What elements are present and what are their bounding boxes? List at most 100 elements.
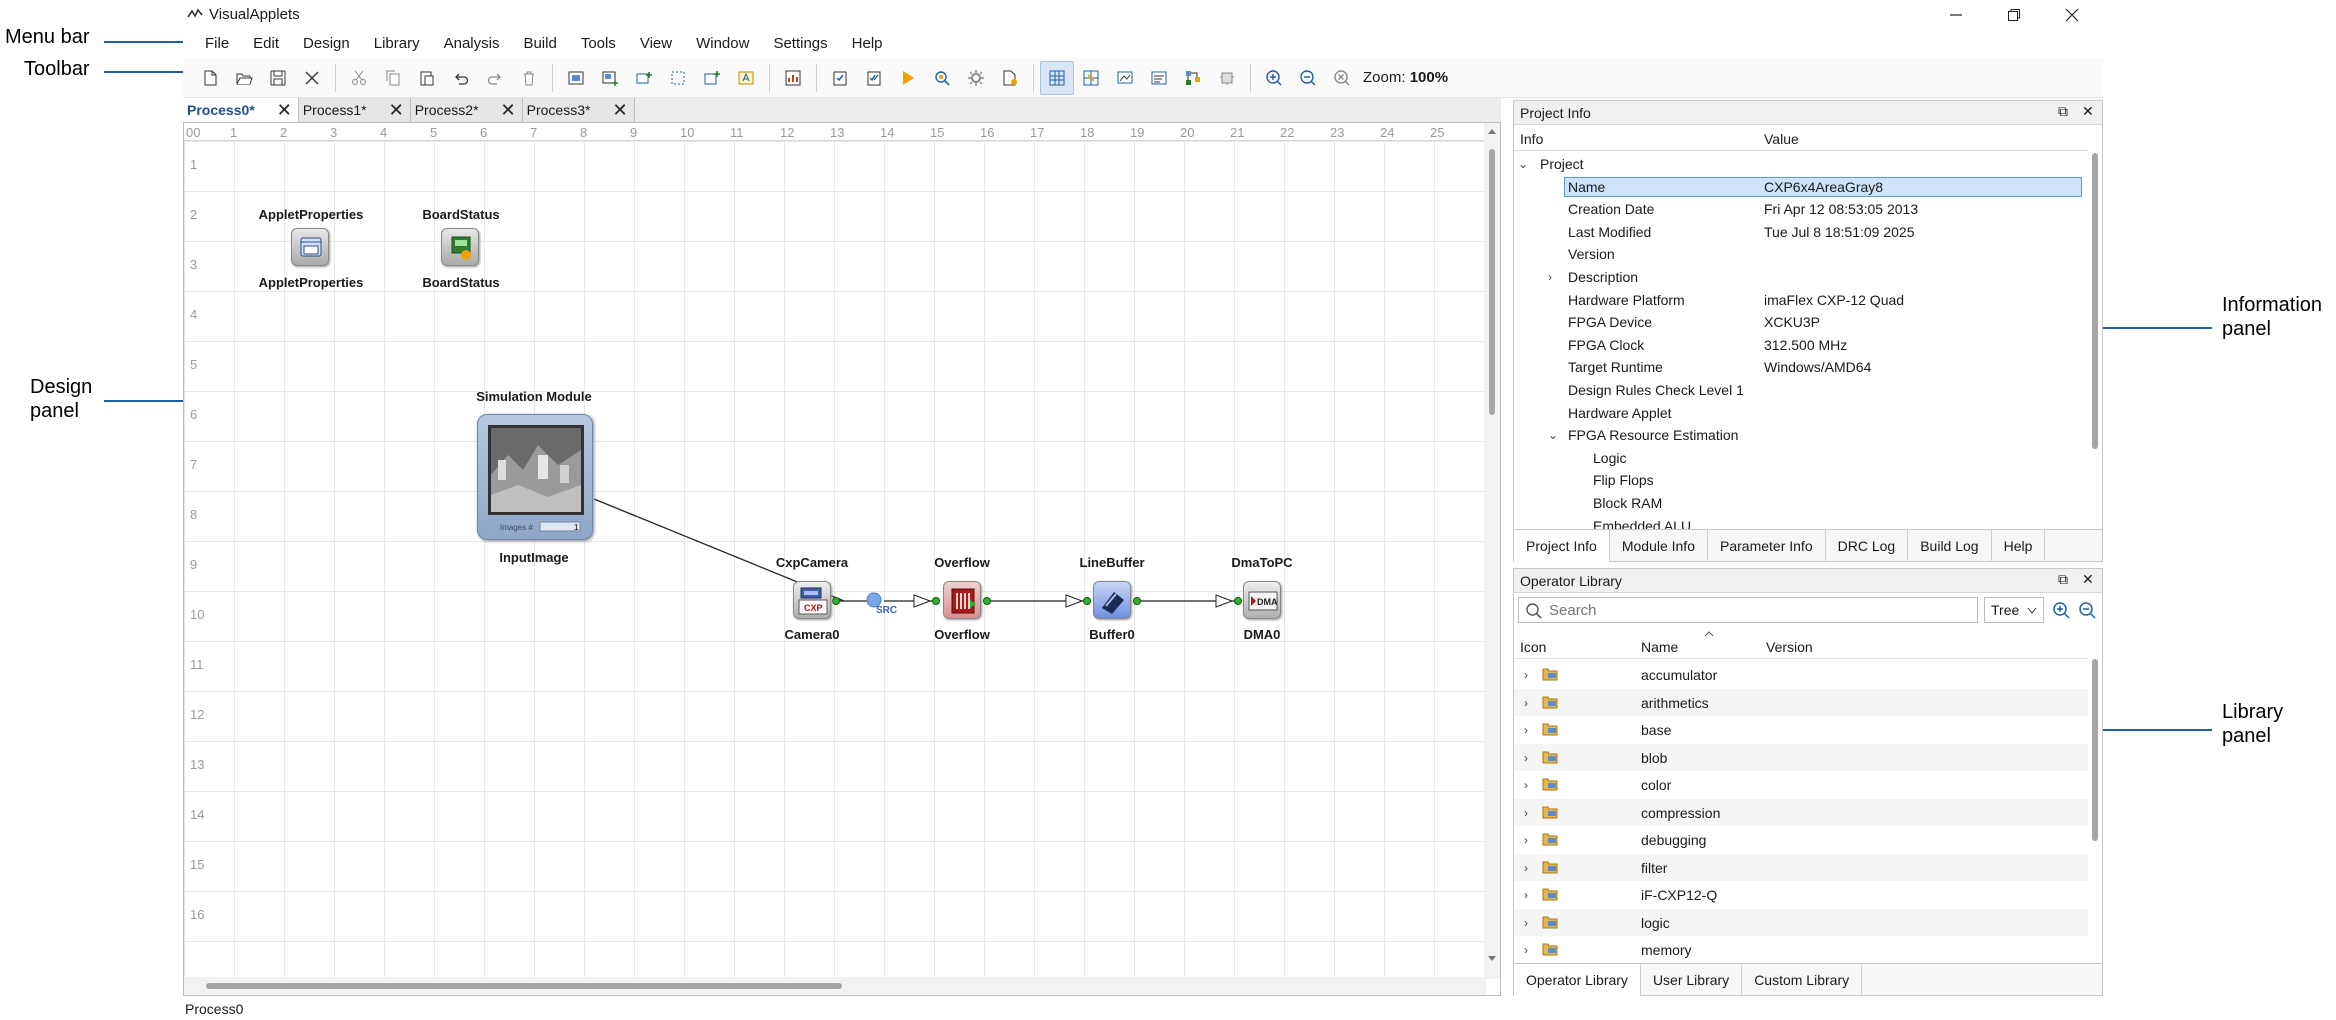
tab-process0[interactable]: Process0* ✕ — [183, 98, 299, 122]
restore-button[interactable] — [1985, 0, 2043, 30]
info-row[interactable]: Target Runtime Windows/AMD64 — [1514, 356, 2088, 379]
tab-custom-library[interactable]: Custom Library — [1742, 964, 1863, 996]
chevron-right-icon[interactable]: › — [1524, 778, 1528, 792]
info-row[interactable]: ⌄ Project — [1514, 153, 2088, 176]
info-row[interactable]: Last Modified Tue Jul 8 18:51:09 2025 — [1514, 221, 2088, 244]
info-row[interactable]: Hardware Platform imaFlex CXP-12 Quad — [1514, 289, 2088, 312]
scroll-up-icon[interactable] — [1487, 127, 1497, 135]
tab-process3[interactable]: Process3* ✕ — [522, 98, 635, 122]
close-tab-icon[interactable]: ✕ — [389, 98, 404, 122]
library-search-input[interactable]: Search — [1518, 597, 1978, 623]
port-overflow-out[interactable] — [983, 597, 991, 605]
tab-parameter-info[interactable]: Parameter Info — [1708, 530, 1826, 562]
library-zoom-out-icon[interactable] — [2078, 601, 2098, 621]
info-row[interactable]: FPGA Device XCKU3P — [1514, 311, 2088, 334]
chevron-right-icon[interactable]: › — [1524, 833, 1528, 847]
paste-button[interactable] — [410, 61, 444, 95]
menu-edit[interactable]: Edit — [241, 30, 291, 57]
library-view-select[interactable]: Tree — [1984, 597, 2044, 623]
new-file-button[interactable] — [193, 61, 227, 95]
library-zoom-in-icon[interactable] — [2052, 601, 2072, 621]
tab-process1[interactable]: Process1* ✕ — [298, 98, 411, 122]
tab-module-info[interactable]: Module Info — [1610, 530, 1708, 562]
chevron-right-icon[interactable]: › — [1524, 916, 1528, 930]
show-hierarchy-button[interactable] — [1176, 61, 1210, 95]
port-buffer-in[interactable] — [1083, 597, 1091, 605]
open-file-button[interactable] — [227, 61, 261, 95]
chevron-right-icon[interactable]: › — [1524, 861, 1528, 875]
tab-help[interactable]: Help — [1992, 530, 2046, 562]
tab-process2[interactable]: Process2* ✕ — [410, 98, 523, 122]
library-item-debugging[interactable]: › debugging — [1514, 826, 2088, 854]
tab-operator-library[interactable]: Operator Library — [1514, 964, 1641, 996]
port-buffer-out[interactable] — [1133, 597, 1141, 605]
info-row[interactable]: › Description — [1514, 266, 2088, 289]
build-applet-button[interactable] — [993, 61, 1027, 95]
overflow-operator[interactable] — [943, 581, 981, 619]
port-overflow-in[interactable] — [932, 597, 940, 605]
chevron-right-icon[interactable]: › — [1524, 751, 1528, 765]
add-module-button[interactable] — [593, 61, 627, 95]
info-row[interactable]: Logic — [1514, 447, 2088, 470]
float-panel-icon[interactable]: ⧉ — [2058, 103, 2068, 120]
menu-build[interactable]: Build — [511, 30, 568, 57]
add-hierarchical-box-button[interactable] — [559, 61, 593, 95]
info-row[interactable]: FPGA Clock 312.500 MHz — [1514, 334, 2088, 357]
close-window-button[interactable] — [2043, 0, 2101, 30]
library-item-if-cxp12-q[interactable]: › iF-CXP12-Q — [1514, 881, 2088, 909]
info-row[interactable]: Flip Flops — [1514, 469, 2088, 492]
design-vertical-scroll-thumb[interactable] — [1489, 149, 1495, 415]
library-item-arithmetics[interactable]: › arithmetics — [1514, 688, 2088, 716]
info-row[interactable]: Design Rules Check Level 1 — [1514, 379, 2088, 402]
chevron-down-icon[interactable]: ⌄ — [1548, 428, 1558, 442]
column-icon[interactable]: Icon — [1520, 639, 1546, 655]
tab-user-library[interactable]: User Library — [1641, 964, 1743, 996]
library-item-filter[interactable]: › filter — [1514, 853, 2088, 881]
info-row[interactable]: Hardware Applet — [1514, 402, 2088, 425]
info-row[interactable]: ⌄ FPGA Resource Estimation — [1514, 424, 2088, 447]
library-item-blob[interactable]: › blob — [1514, 743, 2088, 771]
menu-design[interactable]: Design — [291, 30, 362, 57]
menu-file[interactable]: File — [193, 30, 241, 57]
menu-analysis[interactable]: Analysis — [432, 30, 512, 57]
library-scroll-thumb[interactable] — [2092, 659, 2098, 841]
tab-project-info[interactable]: Project Info — [1514, 530, 1610, 562]
column-version[interactable]: Version — [1766, 639, 1813, 655]
chevron-right-icon[interactable]: › — [1524, 888, 1528, 902]
show-links-button[interactable] — [1108, 61, 1142, 95]
drc2-check-button[interactable] — [857, 61, 891, 95]
scroll-down-icon[interactable] — [1487, 955, 1497, 963]
delete-button[interactable] — [512, 61, 546, 95]
toggle-grid-button[interactable] — [1040, 60, 1074, 95]
undo-button[interactable] — [444, 61, 478, 95]
copy-button[interactable] — [376, 61, 410, 95]
info-row[interactable]: Name CXP6x4AreaGray8 — [1514, 176, 2088, 199]
drc-check-button[interactable] — [823, 61, 857, 95]
info-row[interactable]: Block RAM — [1514, 492, 2088, 515]
close-panel-icon[interactable]: ✕ — [2082, 103, 2094, 120]
add-text-button[interactable] — [729, 61, 763, 95]
info-row[interactable]: Version — [1514, 243, 2088, 266]
line-buffer-operator[interactable] — [1093, 581, 1131, 619]
show-ports-button[interactable] — [1210, 61, 1244, 95]
menu-tools[interactable]: Tools — [569, 30, 628, 57]
library-item-compression[interactable]: › compression — [1514, 798, 2088, 826]
port-dma-in[interactable] — [1234, 597, 1242, 605]
menu-settings[interactable]: Settings — [761, 30, 839, 57]
info-scroll-thumb[interactable] — [2092, 153, 2098, 449]
simulation-probe-button[interactable] — [925, 61, 959, 95]
chevron-right-icon[interactable]: › — [1524, 943, 1528, 957]
dma-to-pc-operator[interactable]: DMA — [1243, 581, 1281, 619]
float-panel-icon[interactable]: ⧉ — [2058, 571, 2068, 588]
library-item-color[interactable]: › color — [1514, 771, 2088, 799]
chevron-right-icon[interactable]: › — [1524, 806, 1528, 820]
chevron-right-icon[interactable]: › — [1524, 723, 1528, 737]
zoom-in-button[interactable] — [1257, 61, 1291, 95]
design-panel[interactable]: 00 1 2 3 4 5 6 7 8 9 10 11 12 13 14 15 16 17 18 19 20 21 22 23 2… — [183, 122, 1501, 996]
insert-operator-button[interactable] — [627, 61, 661, 95]
tab-drc-log[interactable]: DRC Log — [1826, 530, 1909, 562]
design-horizontal-scrollbar[interactable] — [184, 977, 1486, 995]
library-item-base[interactable]: › base — [1514, 716, 2088, 744]
build-settings-button[interactable] — [959, 61, 993, 95]
library-item-memory[interactable]: › memory — [1514, 936, 2088, 963]
